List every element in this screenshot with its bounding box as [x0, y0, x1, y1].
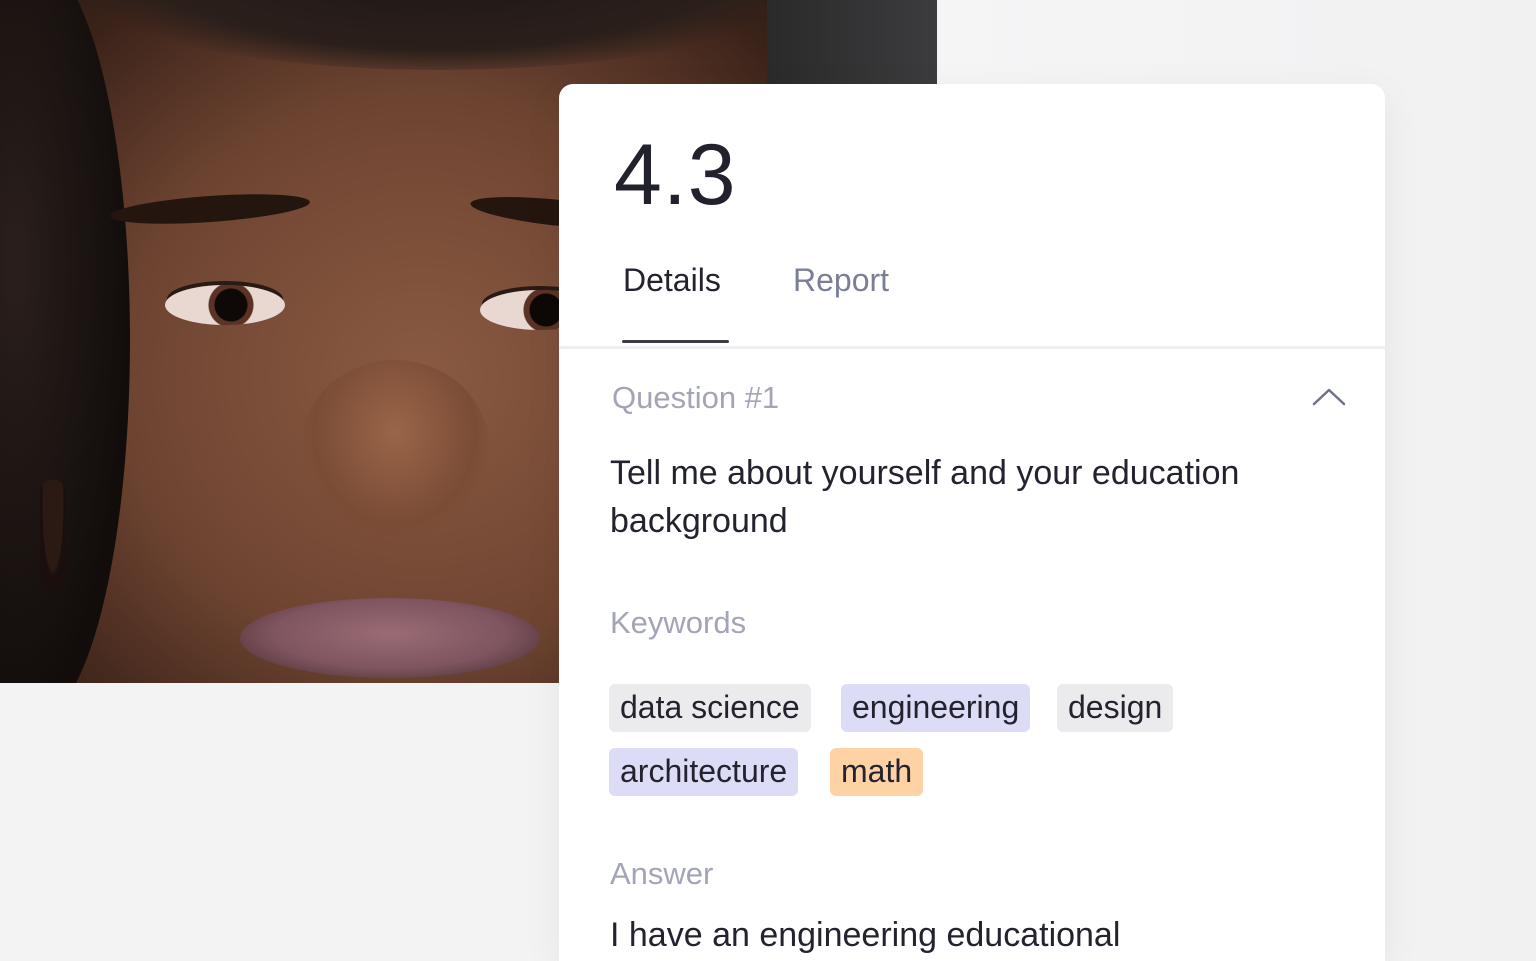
- tab-bar: Details Report: [559, 254, 1385, 349]
- keyword-chip: architecture: [609, 748, 799, 796]
- keyword-chip: data science: [609, 684, 811, 732]
- chevron-up-icon[interactable]: [1311, 384, 1347, 408]
- active-tab-indicator: [622, 340, 729, 343]
- lips: [240, 598, 540, 678]
- photo-background: [767, 0, 937, 84]
- tab-details[interactable]: Details: [623, 262, 721, 299]
- answer-label: Answer: [610, 856, 714, 891]
- tab-report[interactable]: Report: [793, 262, 889, 299]
- keyword-chip: design: [1057, 684, 1174, 732]
- answer-text: I have an engineering educational: [610, 916, 1121, 954]
- interview-details-card: 4.3 Details Report Question #1 Tell me a…: [559, 84, 1385, 961]
- question-text: Tell me about yourself and your educatio…: [610, 454, 1240, 540]
- question-header[interactable]: Question #1: [612, 380, 779, 416]
- eyebrow: [109, 189, 311, 229]
- earring: [40, 480, 66, 590]
- keyword-chip: math: [830, 748, 924, 796]
- keywords-label: Keywords: [610, 605, 747, 640]
- hair: [60, 0, 820, 70]
- eye: [165, 285, 285, 325]
- score-value: 4.3: [614, 127, 737, 223]
- nose: [300, 360, 490, 540]
- keyword-chip: engineering: [841, 684, 1031, 732]
